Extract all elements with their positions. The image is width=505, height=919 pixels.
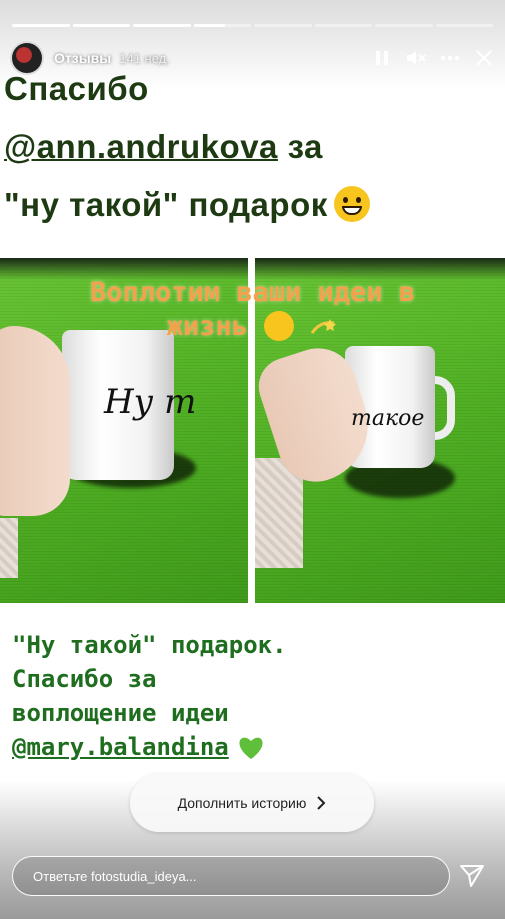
- avatar[interactable]: [10, 41, 44, 75]
- pause-icon[interactable]: [371, 47, 393, 69]
- progress-fill: [133, 24, 191, 27]
- add-to-story-label: Дополнить историю: [177, 795, 307, 811]
- reply-placeholder: Ответьте fotostudia_ideya...: [33, 868, 197, 884]
- mug-right-text: такое: [351, 406, 425, 431]
- progress-segment: [72, 24, 130, 27]
- caption-line-2: Спасибо за: [12, 665, 157, 693]
- progress-segment: [133, 24, 191, 27]
- mug-left-text: Ну т: [104, 382, 197, 422]
- reply-input[interactable]: Ответьте fotostudia_ideya...: [12, 856, 450, 896]
- mention-mary-balandina[interactable]: @mary.balandina: [12, 733, 229, 761]
- grinning-face-icon: [333, 186, 370, 222]
- caption-line-3: воплощение идеи: [12, 699, 229, 727]
- progress-fill: [193, 24, 226, 27]
- account-name[interactable]: Отзывы: [54, 50, 111, 66]
- mention-ann-andrukova[interactable]: @ann.andrukova: [4, 128, 278, 165]
- header-controls: [371, 47, 495, 69]
- overlay-line-1: Воплотим ваши идеи в: [89, 277, 416, 308]
- sleeve: [0, 518, 18, 578]
- title-line-2: @ann.andrukova за: [4, 118, 499, 176]
- overlay-line-2: жизнь: [0, 310, 505, 344]
- hugging-face-icon: [264, 311, 295, 341]
- hand-left: [0, 326, 70, 516]
- progress-segment: [193, 24, 251, 27]
- green-heart-icon: [239, 737, 263, 759]
- story-caption: "Ну такой" подарок. Спасибо за воплощени…: [12, 628, 492, 764]
- story-progress: [12, 24, 493, 27]
- add-to-story-button[interactable]: Дополнить историю: [130, 774, 374, 832]
- progress-segment: [435, 24, 493, 27]
- progress-segment: [375, 24, 433, 27]
- story-time: 141 нед.: [119, 50, 170, 66]
- caption-line-1: "Ну такой" подарок.: [12, 631, 287, 659]
- progress-segment: [12, 24, 70, 27]
- title-line-3: "ну такой" подарок: [4, 176, 499, 234]
- overlay-line-2-text: жизнь: [166, 311, 248, 342]
- more-dots-icon[interactable]: [439, 47, 461, 69]
- chevron-right-icon: [317, 796, 326, 810]
- send-icon[interactable]: [457, 862, 487, 890]
- story-viewer[interactable]: Отзывы 141 нед. Спасибо @ann.andrukova з…: [0, 0, 505, 919]
- photo-overlay-caption: Воплотим ваши идеи в жизнь: [0, 276, 505, 344]
- progress-fill: [12, 24, 70, 27]
- caption-line-4: @mary.balandina: [12, 730, 492, 764]
- volume-muted-icon[interactable]: [405, 47, 427, 69]
- title-line-3-text: "ну такой" подарок: [4, 186, 328, 223]
- story-title: Спасибо @ann.andrukova за "ну такой" под…: [4, 60, 499, 234]
- story-header: Отзывы 141 нед.: [10, 36, 495, 80]
- dizzy-star-icon: [311, 319, 337, 334]
- close-icon[interactable]: [473, 47, 495, 69]
- title-line-2-suffix: за: [277, 128, 323, 165]
- progress-segment: [314, 24, 372, 27]
- progress-segment: [254, 24, 312, 27]
- progress-fill: [72, 24, 130, 27]
